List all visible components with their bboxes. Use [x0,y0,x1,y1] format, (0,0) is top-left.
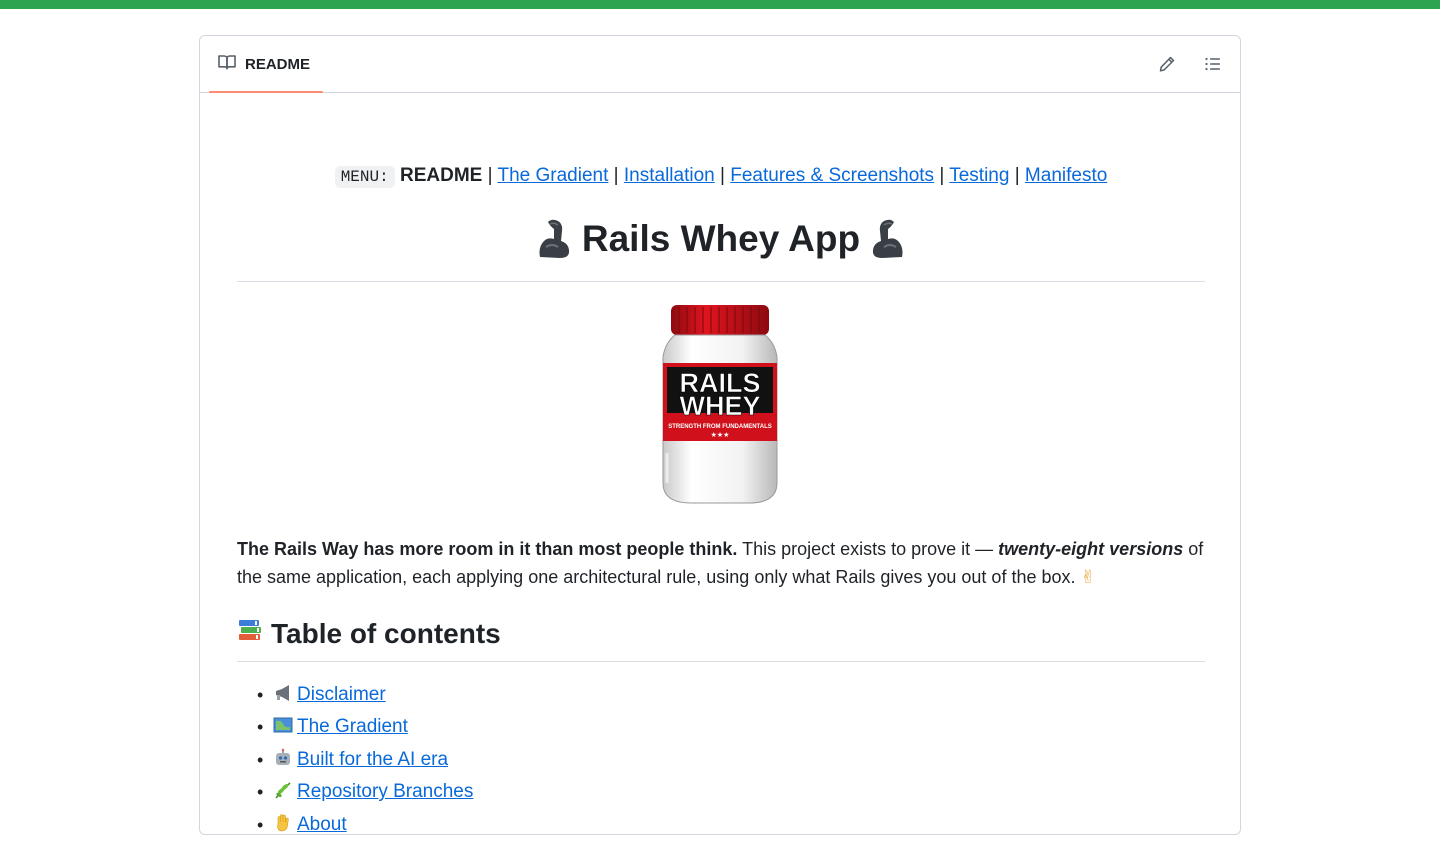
books-icon [237,617,263,650]
tab-readme-label: README [245,55,311,73]
toc-heading-text: Table of contents [271,617,501,649]
title-divider [237,281,1205,282]
bullet: • [257,782,264,803]
map-icon [273,715,293,735]
toc-link-gradient[interactable]: The Gradient [297,716,408,737]
menu-link-testing[interactable]: Testing [949,165,1009,186]
robot-icon [273,748,293,768]
loudspeaker-icon [273,683,293,703]
herb-icon [273,780,293,800]
bullet: • [257,685,264,705]
list-item: • Repository Branches [237,779,1205,811]
flexed-biceps-icon [868,217,908,261]
toc-link-disclaimer[interactable]: Disclaimer [297,684,386,705]
toc-heading: Table of contents [237,617,1205,650]
bullet: • [257,717,264,738]
menu-separator: | [720,165,725,186]
toc-list: • Disclaimer • The Gradient • Built for … [237,682,1205,844]
menu-separator: | [613,165,619,186]
list-item: • About [237,812,1205,844]
page-title: Rails Whey App [237,217,1205,261]
toc-link-about[interactable]: About [297,814,347,835]
tab-readme[interactable]: README [209,36,323,93]
list-item: • The Gradient [237,714,1205,746]
menu-link-manifesto[interactable]: Manifesto [1025,165,1107,186]
menu-separator: | [1014,165,1020,186]
jar-label-whey: WHEY [680,391,761,421]
menu-separator: | [939,165,945,186]
jar-stars: ★★★ [711,431,730,439]
menu-current: README [399,165,483,186]
menu-line: MENU: README | The Gradient | Installati… [237,165,1205,188]
intro-emphasis: twenty-eight versions [998,539,1184,559]
toc-link-ai-era[interactable]: Built for the AI era [297,749,448,770]
intro-paragraph: The Rails Way has more room in it than m… [237,535,1205,591]
list-item: • Disclaimer [237,682,1205,714]
intro-text-1: This project exists to prove it — [737,539,999,559]
bullet: • [257,814,264,835]
book-icon [218,54,236,74]
menu-link-gradient[interactable]: The Gradient [497,165,608,186]
menu-code-label: MENU: [334,166,395,188]
menu-link-features[interactable]: Features & Screenshots [730,165,934,186]
readme-header: README [200,36,1240,93]
intro-bold: The Rails Way has more room in it than m… [237,539,738,559]
jar-tagline: STRENGTH FROM FUNDAMENTALS [668,424,772,430]
waving-hand-icon [273,813,293,833]
toc-divider [237,661,1205,662]
list-item: • Built for the AI era [237,747,1205,779]
flexed-biceps-icon [534,217,574,261]
victory-hand-emoji: ✌ [1080,567,1096,587]
menu-link-installation[interactable]: Installation [624,165,715,186]
page-title-text: Rails Whey App [581,218,861,259]
list-unordered-icon[interactable] [1203,54,1223,74]
readme-panel: README MENU: README | The Gradient | Ins… [199,35,1241,835]
pencil-icon[interactable] [1157,54,1177,74]
toc-link-branches[interactable]: Repository Branches [297,781,473,802]
menu-separator: | [487,165,493,186]
top-accent-bar [0,0,1440,9]
rails-whey-jar-image: RAILS WHEY STRENGTH FROM FUNDAMENTALS ★★… [661,303,779,505]
bullet: • [257,749,264,770]
